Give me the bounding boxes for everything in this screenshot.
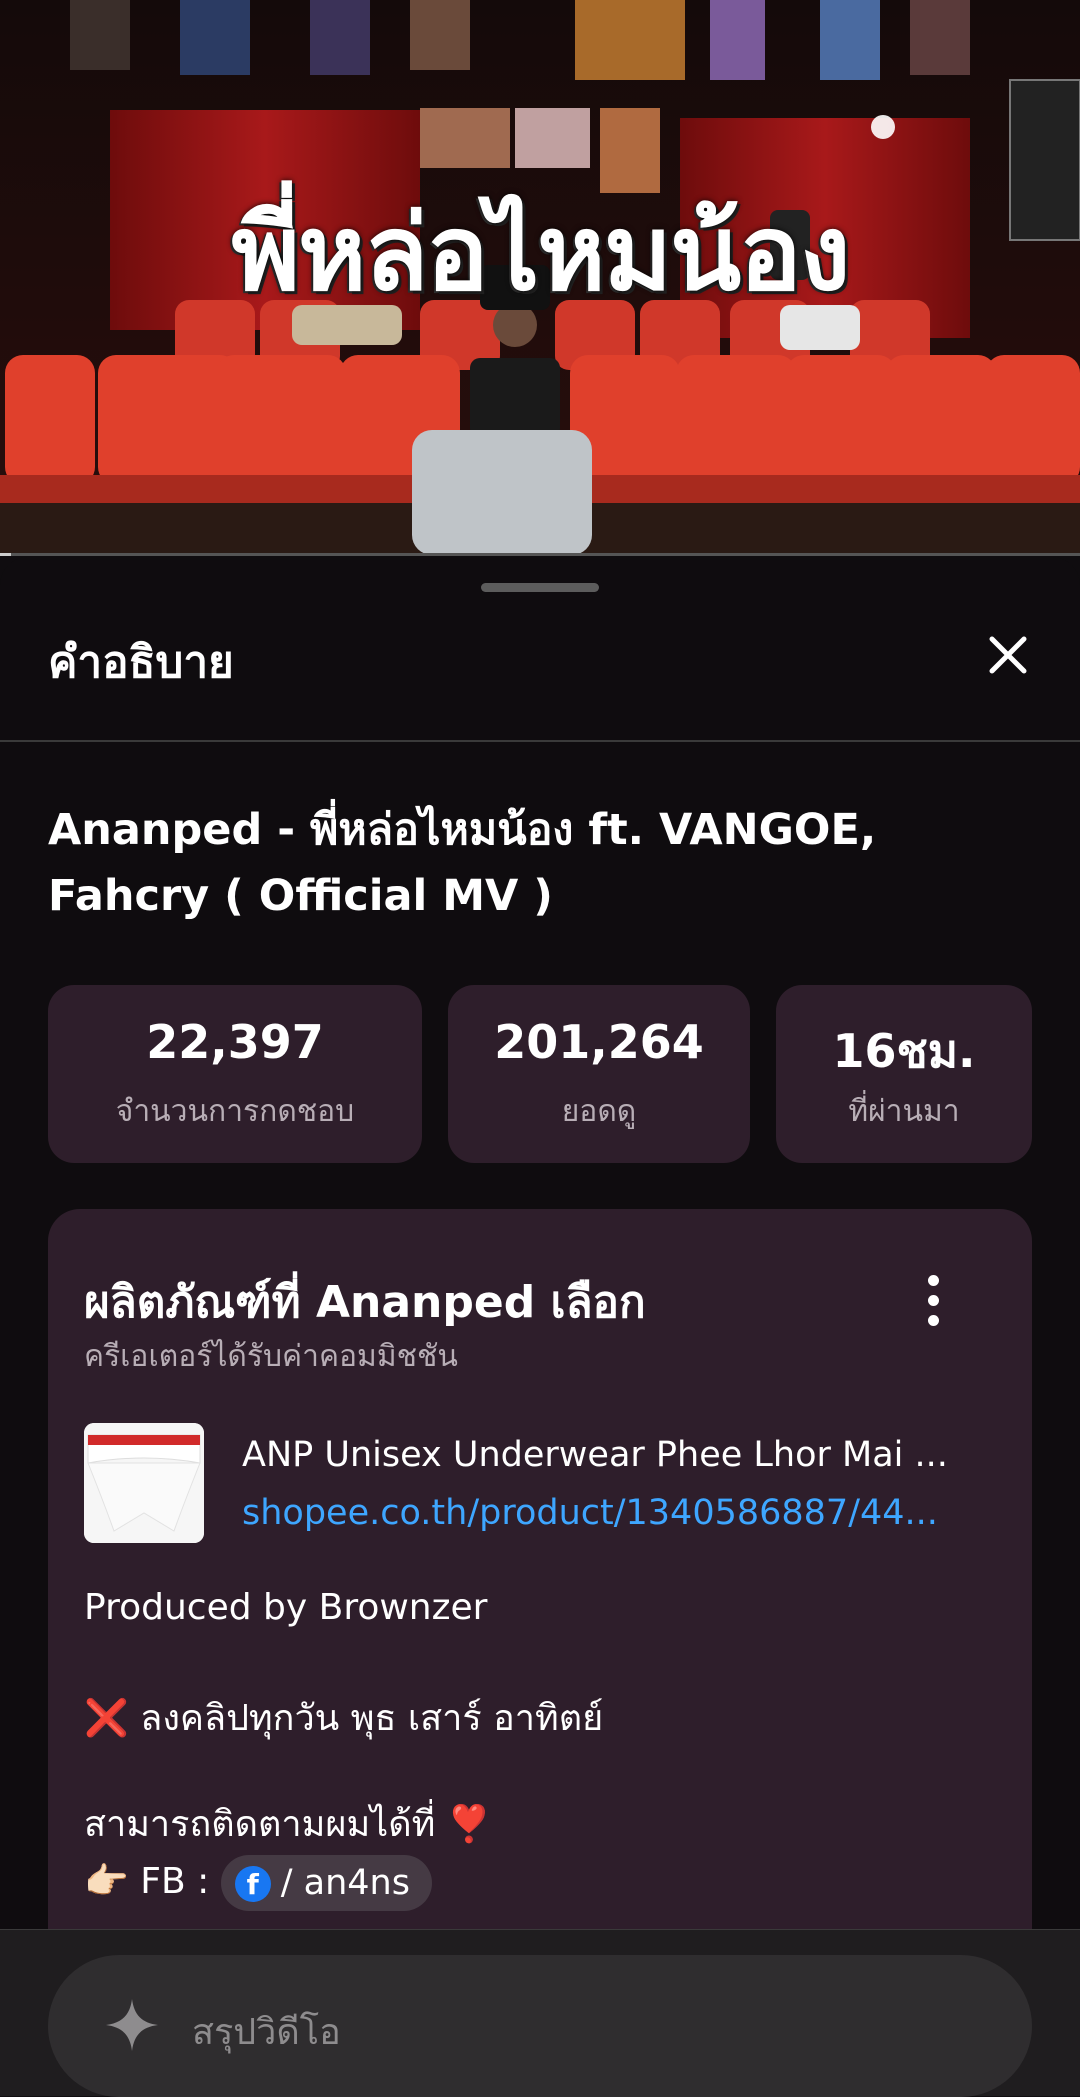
likes-stat: 22,397 จำนวนการกดชอบ <box>48 985 422 1163</box>
facebook-line: 👉🏻 FB : f / an4ns <box>84 1855 432 1911</box>
sheet-header: คำอธิบาย <box>0 621 1080 699</box>
views-count: 201,264 <box>494 1015 704 1069</box>
bottom-divider <box>0 1929 1080 1930</box>
likes-label: จำนวนการกดชอบ <box>115 1094 355 1129</box>
cross-mark-icon: ❌ <box>84 1698 129 1739</box>
heart-exclamation-icon: ❣️ <box>446 1804 492 1845</box>
video-progress-bar[interactable] <box>0 553 1080 556</box>
product-item[interactable]: ANP Unisex Underwear Phee Lhor Mai ... s… <box>84 1423 1004 1547</box>
schedule-text: ลงคลิปทุกวัน พุธ เสาร์ อาทิตย์ <box>140 1698 604 1739</box>
facebook-icon: f <box>234 1866 271 1902</box>
product-link[interactable]: shopee.co.th/product/1340586887/44... <box>242 1493 1002 1533</box>
close-icon <box>989 636 1027 674</box>
schedule-line: ❌ ลงคลิปทุกวัน พุธ เสาร์ อาทิตย์ <box>84 1689 603 1746</box>
upload-age-label: ที่ผ่านมา <box>848 1094 960 1129</box>
drag-handle[interactable] <box>481 583 599 592</box>
shopping-title: ผลิตภัณฑ์ที่ Ananped เลือก <box>84 1277 646 1328</box>
more-vert-icon <box>928 1275 939 1286</box>
views-label: ยอดดู <box>561 1094 637 1129</box>
pointing-hand-icon: 👉🏻 <box>84 1861 129 1902</box>
close-button[interactable] <box>978 625 1038 685</box>
summarize-label: สรุปวิดีโอ <box>192 2012 341 2053</box>
shopping-subtitle: ครีเอเตอร์ได้รับค่าคอมมิชชัน <box>84 1339 458 1374</box>
product-name: ANP Unisex Underwear Phee Lhor Mai ... <box>242 1435 948 1475</box>
video-title: Ananped - พี่หล่อไหมน้อง ft. VANGOE, Fah… <box>48 805 877 921</box>
bottom-bar: สรุปวิดีโอ <box>0 1929 1080 2097</box>
video-overlay-title: พี่หล่อไหมน้อง <box>231 191 850 314</box>
fb-label: FB : <box>140 1861 210 1902</box>
header-divider <box>0 740 1080 742</box>
video-player[interactable]: พี่หล่อไหมน้อง <box>0 0 1080 556</box>
age-stat: 16ชม. ที่ผ่านมา <box>776 985 1032 1163</box>
facebook-link-chip[interactable]: f / an4ns <box>220 1855 432 1911</box>
sparkle-icon <box>106 1999 158 2051</box>
description-sheet: คำอธิบาย Ananped - พี่หล่อไหมน้อง ft. VA… <box>0 557 1080 1929</box>
follow-text: สามารถติดตามผมได้ที่ <box>84 1804 436 1845</box>
likes-count: 22,397 <box>146 1015 324 1069</box>
video-progress-fill <box>0 553 11 556</box>
upload-age: 16ชม. <box>832 1024 976 1078</box>
produced-by-text: Produced by Brownzer <box>84 1587 488 1628</box>
description-card: ผลิตภัณฑ์ที่ Ananped เลือก ครีเอเตอร์ได้… <box>48 1209 1032 1929</box>
follow-line: สามารถติดตามผมได้ที่ ❣️ <box>84 1795 492 1852</box>
product-thumbnail <box>84 1423 204 1543</box>
summarize-video-button[interactable]: สรุปวิดีโอ <box>48 1955 1032 2097</box>
facebook-handle: / an4ns <box>280 1863 410 1903</box>
sheet-title: คำอธิบาย <box>48 637 234 688</box>
views-stat: 201,264 ยอดดู <box>448 985 750 1163</box>
more-options-button[interactable] <box>908 1271 958 1341</box>
